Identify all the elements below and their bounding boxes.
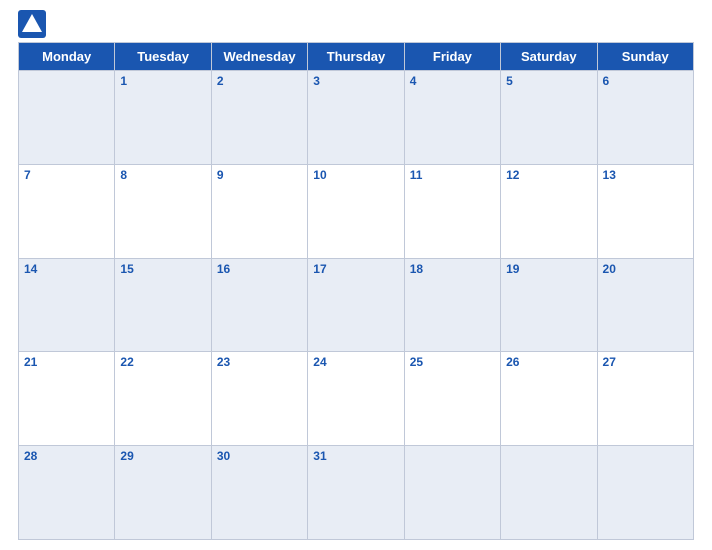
calendar-cell: 30 [211, 446, 307, 540]
calendar-cell: 15 [115, 258, 211, 352]
day-header-tuesday: Tuesday [115, 43, 211, 71]
day-number: 4 [410, 74, 417, 88]
day-number: 19 [506, 262, 519, 276]
day-number: 13 [603, 168, 616, 182]
day-number: 6 [603, 74, 610, 88]
day-number: 21 [24, 355, 37, 369]
day-number: 18 [410, 262, 423, 276]
calendar-table: MondayTuesdayWednesdayThursdayFridaySatu… [18, 42, 694, 540]
day-number: 27 [603, 355, 616, 369]
week-row-5: 28 29 30 31 [19, 446, 694, 540]
calendar-cell: 18 [404, 258, 500, 352]
calendar-cell: 8 [115, 164, 211, 258]
days-of-week-row: MondayTuesdayWednesdayThursdayFridaySatu… [19, 43, 694, 71]
day-header-friday: Friday [404, 43, 500, 71]
calendar-cell: 21 [19, 352, 115, 446]
calendar-cell: 11 [404, 164, 500, 258]
logo-area [18, 10, 50, 38]
day-number: 17 [313, 262, 326, 276]
calendar-cell: 12 [501, 164, 597, 258]
calendar-cell: 25 [404, 352, 500, 446]
calendar-cell: 4 [404, 71, 500, 165]
day-number: 2 [217, 74, 224, 88]
day-number: 24 [313, 355, 326, 369]
calendar-cell [597, 446, 693, 540]
calendar-cell [501, 446, 597, 540]
day-number: 22 [120, 355, 133, 369]
day-number: 14 [24, 262, 37, 276]
day-number: 9 [217, 168, 224, 182]
calendar-cell: 14 [19, 258, 115, 352]
calendar-cell: 28 [19, 446, 115, 540]
calendar-cell: 17 [308, 258, 404, 352]
day-number: 12 [506, 168, 519, 182]
day-number: 7 [24, 168, 31, 182]
day-number: 11 [410, 168, 423, 182]
calendar-cell: 20 [597, 258, 693, 352]
calendar-cell [404, 446, 500, 540]
day-number: 23 [217, 355, 230, 369]
day-number: 3 [313, 74, 320, 88]
calendar-cell: 6 [597, 71, 693, 165]
calendar-body: 1234567891011121314151617181920212223242… [19, 71, 694, 540]
calendar-cell: 13 [597, 164, 693, 258]
calendar-cell: 22 [115, 352, 211, 446]
day-number: 28 [24, 449, 37, 463]
day-number: 16 [217, 262, 230, 276]
day-number: 8 [120, 168, 127, 182]
week-row-2: 7 8 9 10 11 12 13 [19, 164, 694, 258]
top-bar [18, 10, 694, 38]
day-header-thursday: Thursday [308, 43, 404, 71]
calendar-cell: 1 [115, 71, 211, 165]
calendar-cell: 2 [211, 71, 307, 165]
day-number: 26 [506, 355, 519, 369]
calendar-cell: 31 [308, 446, 404, 540]
calendar-cell: 29 [115, 446, 211, 540]
day-header-wednesday: Wednesday [211, 43, 307, 71]
week-row-3: 14 15 16 17 18 19 20 [19, 258, 694, 352]
calendar-cell: 9 [211, 164, 307, 258]
calendar-cell: 19 [501, 258, 597, 352]
day-number: 5 [506, 74, 513, 88]
day-header-saturday: Saturday [501, 43, 597, 71]
week-row-4: 21 22 23 24 25 26 27 [19, 352, 694, 446]
calendar-cell: 26 [501, 352, 597, 446]
calendar-cell: 24 [308, 352, 404, 446]
calendar-header: MondayTuesdayWednesdayThursdayFridaySatu… [19, 43, 694, 71]
calendar-cell: 5 [501, 71, 597, 165]
day-number: 25 [410, 355, 423, 369]
day-number: 1 [120, 74, 127, 88]
calendar-cell: 23 [211, 352, 307, 446]
week-row-1: 1 2 3 4 5 6 [19, 71, 694, 165]
calendar-cell [19, 71, 115, 165]
day-number: 29 [120, 449, 133, 463]
calendar-cell: 10 [308, 164, 404, 258]
day-number: 30 [217, 449, 230, 463]
day-number: 31 [313, 449, 326, 463]
calendar-cell: 16 [211, 258, 307, 352]
generalblue-logo-icon [18, 10, 46, 38]
day-number: 20 [603, 262, 616, 276]
day-header-sunday: Sunday [597, 43, 693, 71]
calendar-cell: 27 [597, 352, 693, 446]
calendar-cell: 7 [19, 164, 115, 258]
day-number: 15 [120, 262, 133, 276]
day-number: 10 [313, 168, 326, 182]
calendar-cell: 3 [308, 71, 404, 165]
day-header-monday: Monday [19, 43, 115, 71]
